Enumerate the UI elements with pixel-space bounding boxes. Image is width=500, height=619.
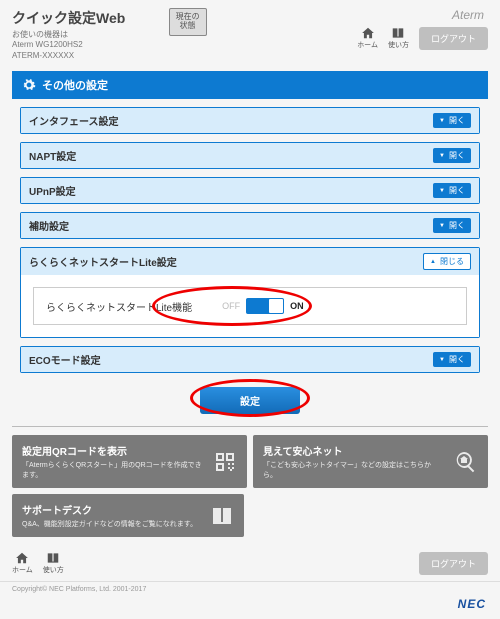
logout-button[interactable]: ログアウト	[419, 27, 488, 50]
nec-logo: NEC	[0, 595, 500, 619]
home-icon	[359, 26, 377, 40]
off-label: OFF	[222, 301, 240, 311]
on-label: ON	[290, 301, 304, 311]
open-button[interactable]: 開く	[433, 113, 471, 128]
footer: ホーム 使い方 ログアウト	[0, 545, 500, 581]
qr-icon	[213, 450, 237, 474]
submit-row: 設定	[20, 387, 480, 414]
link-cards: 設定用QRコードを表示 「AtermらくらくQRスタート」用のQRコードを作成で…	[12, 426, 488, 545]
howto-link-bottom[interactable]: 使い方	[43, 551, 64, 575]
panel-eco: ECOモード設定 開く	[20, 346, 480, 373]
home-icon	[13, 551, 31, 565]
page-title: クイック設定Web	[12, 8, 163, 28]
book-icon	[44, 551, 62, 565]
submit-button[interactable]: 設定	[200, 387, 300, 414]
panel-interface: インタフェース設定 開く	[20, 107, 480, 134]
panel-upnp: UPnP設定 開く	[20, 177, 480, 204]
brand-logo: Aterm	[452, 8, 484, 22]
open-button[interactable]: 開く	[433, 148, 471, 163]
open-button[interactable]: 開く	[433, 352, 471, 367]
device-info: お使いの機器は Aterm WG1200HS2 ATERM-XXXXXX	[12, 30, 163, 61]
home-link[interactable]: ホーム	[357, 26, 378, 50]
open-button[interactable]: 開く	[433, 218, 471, 233]
home-link-bottom[interactable]: ホーム	[12, 551, 33, 575]
panels: インタフェース設定 開く NAPT設定 開く UPnP設定 開く 補助設定 開く…	[0, 107, 500, 414]
open-button[interactable]: 開く	[433, 183, 471, 198]
panel-rakuraku: らくらくネットスタートLite設定 閉じる らくらくネットスタートLite機能 …	[20, 247, 480, 338]
panel-napt: NAPT設定 開く	[20, 142, 480, 169]
howto-link[interactable]: 使い方	[388, 26, 409, 50]
current-status-button[interactable]: 現在の状態	[169, 8, 207, 36]
book-icon	[389, 26, 407, 40]
card-qr[interactable]: 設定用QRコードを表示 「AtermらくらくQRスタート」用のQRコードを作成で…	[12, 435, 247, 488]
rakuraku-toggle-row: らくらくネットスタートLite機能 OFF ON	[33, 287, 467, 325]
gear-icon	[22, 78, 36, 92]
card-safety[interactable]: 見えて安心ネット 「こども安心ネットタイマー」などの設定はこちらから。	[253, 435, 488, 488]
magnifier-home-icon	[454, 450, 478, 474]
header: クイック設定Web お使いの機器は Aterm WG1200HS2 ATERM-…	[0, 0, 500, 65]
rakuraku-toggle[interactable]	[246, 298, 284, 314]
book-icon	[210, 504, 234, 528]
section-title: その他の設定	[12, 71, 488, 99]
card-support[interactable]: サポートデスク Q&A、機能別設定ガイドなどの情報をご覧になれます。	[12, 494, 244, 537]
panel-aux: 補助設定 開く	[20, 212, 480, 239]
toggle-label: らくらくネットスタートLite機能	[46, 299, 192, 314]
copyright: Copyright© NEC Platforms, Ltd. 2001-2017	[0, 581, 500, 595]
close-button[interactable]: 閉じる	[423, 253, 471, 270]
logout-button-bottom[interactable]: ログアウト	[419, 552, 488, 575]
